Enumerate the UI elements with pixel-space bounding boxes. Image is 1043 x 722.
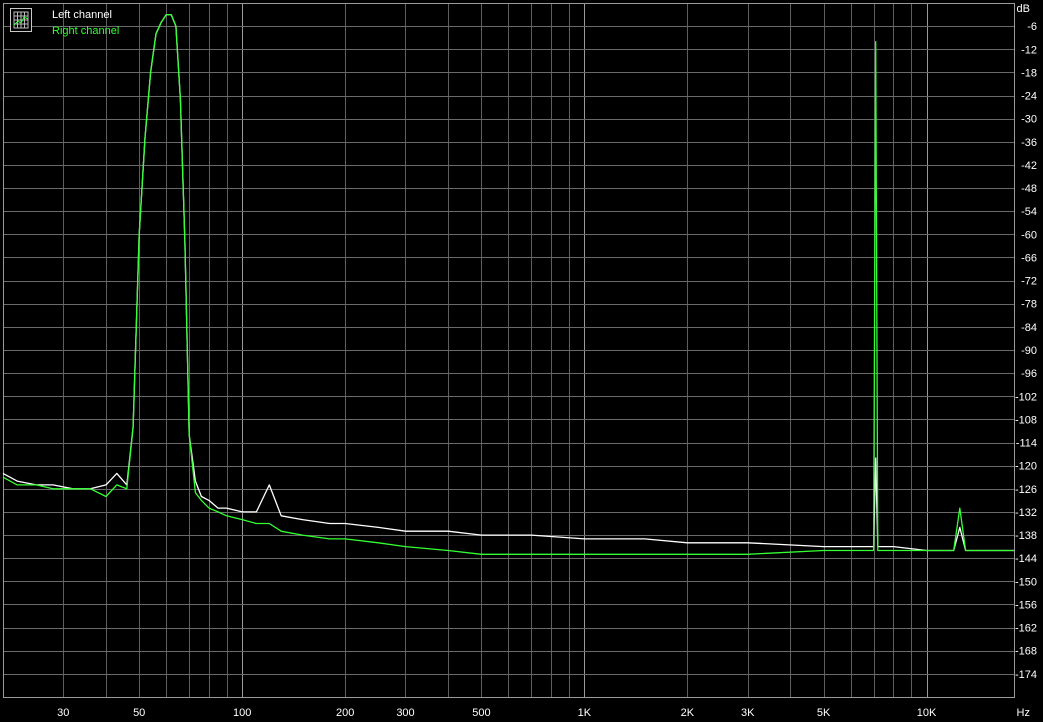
y-tick-label: -12 <box>1021 44 1037 56</box>
y-tick-label: -30 <box>1021 114 1037 126</box>
grid-chart-icon[interactable] <box>10 8 32 32</box>
y-tick-label: -168 <box>1015 646 1037 658</box>
y-tick-label: -72 <box>1021 276 1037 288</box>
y-tick-label: -18 <box>1021 67 1037 79</box>
y-tick-label: -90 <box>1021 345 1037 357</box>
y-tick-label: -120 <box>1015 461 1037 473</box>
y-tick-label: -60 <box>1021 229 1037 241</box>
y-tick-label: -126 <box>1015 484 1037 496</box>
y-axis-unit: dB <box>1017 3 1030 15</box>
y-tick-label: -42 <box>1021 160 1037 172</box>
y-tick-label: -144 <box>1015 553 1037 565</box>
y-tick-label: -138 <box>1015 530 1037 542</box>
y-tick-label: -48 <box>1021 183 1037 195</box>
y-tick-label: -36 <box>1021 137 1037 149</box>
x-tick-label: 300 <box>396 707 414 719</box>
spectrum-chart: -6 -12 -18 -24 -30 -36 -42 -48 -54 -60 -66 -72 -78 -8… <box>0 0 1043 722</box>
y-tick-label: -78 <box>1021 299 1037 311</box>
y-tick-label: -96 <box>1021 368 1037 380</box>
x-tick-label: 3K <box>741 707 755 719</box>
x-tick-label: 2K <box>681 707 695 719</box>
y-tick-label: -162 <box>1015 623 1037 635</box>
legend-label-left-channel: Left channel <box>52 9 112 21</box>
y-tick-label: -6 <box>1027 21 1037 33</box>
y-tick-label: -84 <box>1021 322 1037 334</box>
x-tick-label: 500 <box>472 707 490 719</box>
x-tick-label: 10K <box>917 707 937 719</box>
x-tick-label: 1K <box>578 707 592 719</box>
y-tick-label: -150 <box>1015 576 1037 588</box>
y-tick-label: -24 <box>1021 91 1037 103</box>
y-tick-label: -132 <box>1015 507 1037 519</box>
y-tick-label: -102 <box>1015 391 1037 403</box>
legend-label-right-channel: Right channel <box>52 25 120 37</box>
y-tick-label: -174 <box>1015 669 1037 681</box>
y-tick-label: -156 <box>1015 600 1037 612</box>
x-tick-label: 100 <box>233 707 251 719</box>
y-tick-label: -108 <box>1015 414 1037 426</box>
x-tick-label: 30 <box>57 707 69 719</box>
x-tick-label: 5K <box>817 707 831 719</box>
y-tick-label: -114 <box>1016 438 1037 450</box>
y-tick-label: -66 <box>1021 253 1037 265</box>
plot-background <box>0 0 1043 722</box>
x-tick-label: 50 <box>133 707 145 719</box>
x-axis-unit: Hz <box>1017 707 1030 719</box>
x-tick-label: 200 <box>336 707 354 719</box>
y-tick-label: -54 <box>1021 206 1037 218</box>
